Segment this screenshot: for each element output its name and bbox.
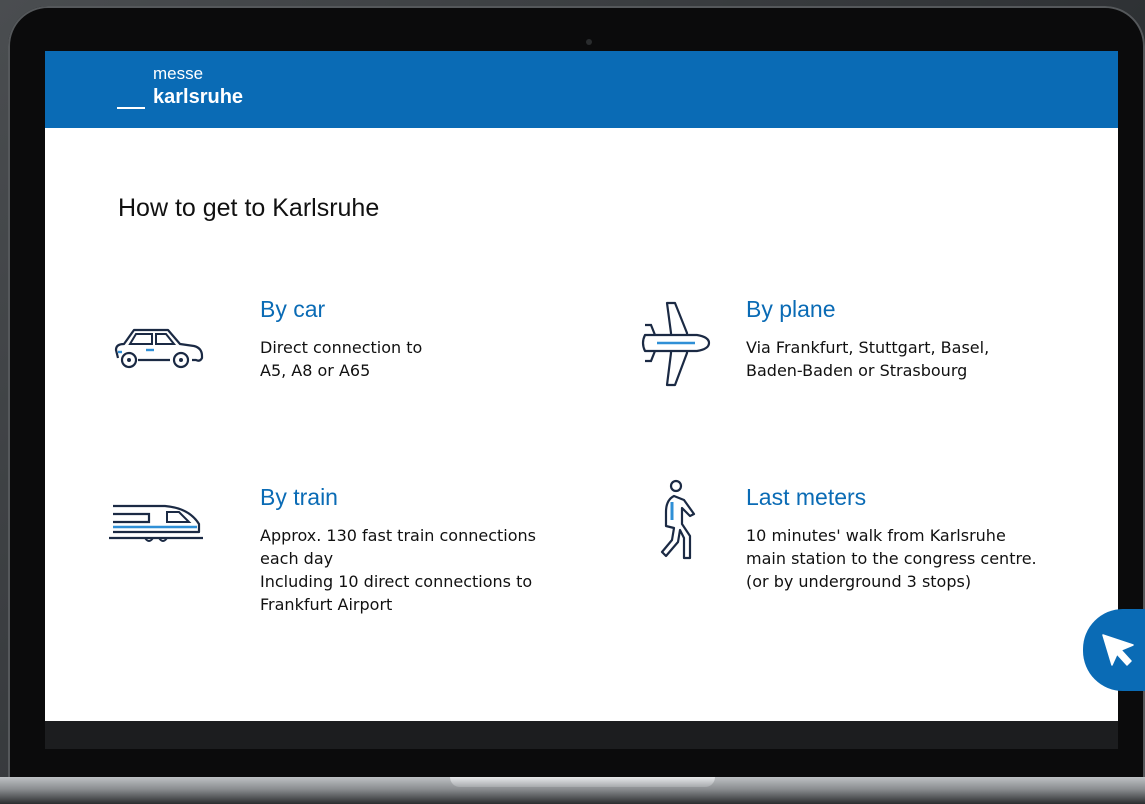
page-title: How to get to Karlsruhe	[118, 194, 380, 222]
option-title-car: By car	[260, 296, 326, 322]
option-description-last-meters: 10 minutes' walk from Karlsruhe main sta…	[746, 524, 1037, 593]
option-title-plane: By plane	[746, 296, 836, 322]
description-line: Including 10 direct connections to	[260, 572, 533, 591]
option-description-train: Approx. 130 fast train connections each …	[260, 524, 536, 616]
description-line: Baden-Baden or Strasbourg	[746, 361, 968, 380]
option-title-train: By train	[260, 484, 338, 510]
option-description-car: Direct connection to A5, A8 or A65	[260, 336, 422, 382]
webcam	[586, 39, 592, 45]
description-line: Direct connection to	[260, 338, 423, 357]
car-icon	[108, 324, 208, 378]
header-bar: messe karlsruhe	[45, 51, 1118, 128]
option-title-last-meters: Last meters	[746, 484, 867, 510]
description-line: Approx. 130 fast train connections	[260, 526, 536, 545]
description-line: Via Frankfurt, Stuttgart, Basel,	[746, 338, 990, 357]
description-line: A5, A8 or A65	[260, 361, 371, 380]
plane-icon	[637, 299, 713, 393]
description-line: main station to the congress centre.	[746, 549, 1037, 568]
logo-text-messe: messe	[153, 64, 204, 83]
presentation-slide: messe karlsruhe How to get to Karlsruhe …	[45, 51, 1118, 721]
laptop-base-notch	[450, 777, 715, 787]
description-line: each day	[260, 549, 334, 568]
description-line: Frankfurt Airport	[260, 595, 393, 614]
option-description-plane: Via Frankfurt, Stuttgart, Basel, Baden-B…	[746, 336, 989, 382]
screen-bezel-bottom	[45, 721, 1118, 749]
walking-person-icon	[650, 478, 700, 566]
description-line: (or by underground 3 stops)	[746, 572, 972, 591]
description-line: 10 minutes' walk from Karlsruhe	[746, 526, 1006, 545]
logo-text-karlsruhe: karlsruhe	[153, 86, 244, 108]
train-icon	[109, 500, 205, 550]
cursor-icon	[1099, 631, 1137, 673]
logo-underline	[117, 107, 145, 109]
